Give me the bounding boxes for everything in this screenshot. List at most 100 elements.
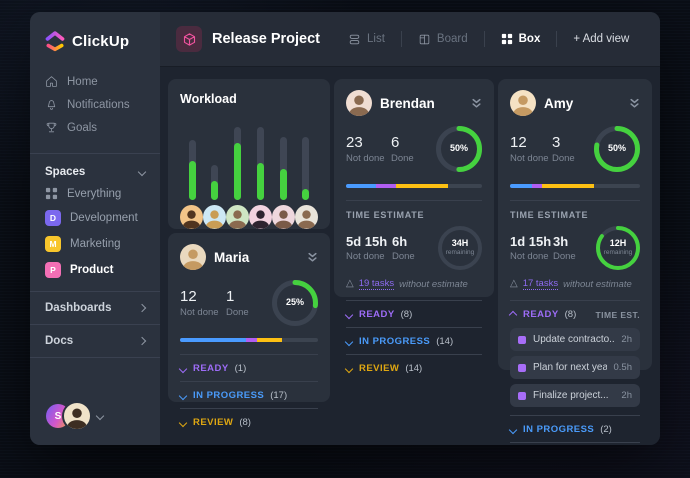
sidebar-item-goals[interactable]: Goals	[30, 116, 160, 139]
workload-card: Workload	[168, 79, 330, 229]
avatar[interactable]	[249, 205, 272, 229]
docs-section: Docs	[30, 324, 160, 357]
section-ready[interactable]: READY (8) TIME EST.	[510, 300, 640, 323]
warning-row: △ 19 tasks without estimate	[346, 278, 482, 290]
tab-label: Box	[519, 33, 541, 45]
tab-box[interactable]: Box	[495, 29, 547, 49]
dashboards-label: Dashboards	[45, 302, 111, 314]
workload-bar[interactable]	[273, 120, 293, 200]
avatar[interactable]	[510, 90, 536, 116]
app-window: ClickUp Home Notifications Goals S	[30, 12, 660, 445]
collapse-icon[interactable]	[471, 98, 482, 109]
member-name: Amy	[544, 96, 621, 111]
sidebar: ClickUp Home Notifications Goals S	[30, 12, 160, 445]
sidebar-item-marketing[interactable]: M Marketing	[30, 231, 160, 257]
avatar[interactable]	[203, 205, 226, 229]
brendan-card: Brendan 23Not done 6Done 50%	[334, 79, 494, 297]
time-done: 3h	[553, 234, 596, 249]
done-count: 3	[552, 134, 594, 151]
sidebar-item-home[interactable]: Home	[30, 70, 160, 93]
warning-row: △ 17 tasks without estimate	[510, 278, 640, 290]
tab-list[interactable]: List	[342, 29, 391, 50]
warning-icon: △	[510, 279, 518, 289]
chevron-down-icon	[345, 364, 353, 372]
divider	[401, 31, 402, 47]
space-label: Marketing	[70, 238, 121, 250]
task-list: Update contracto... 2h Plan for next yea…	[510, 328, 640, 407]
sidebar-item-docs[interactable]: Docs	[30, 333, 160, 357]
workload-bar[interactable]	[250, 120, 270, 200]
sidebar-item-development[interactable]: D Development	[30, 205, 160, 231]
avatar[interactable]	[346, 90, 372, 116]
time-estimate-row: 5d 15hNot done 6hDone 34Hremaining	[346, 226, 482, 270]
tasks-without-estimate-link[interactable]: 17 tasks	[523, 278, 558, 290]
warning-icon: △	[346, 279, 354, 289]
progress-donut: 25%	[272, 280, 318, 326]
avatar[interactable]	[226, 205, 249, 229]
section-in-progress[interactable]: IN PROGRESS (17)	[180, 381, 318, 408]
space-badge-development: D	[45, 210, 61, 226]
user-avatar[interactable]	[62, 401, 92, 431]
workload-bar[interactable]	[182, 120, 202, 200]
box-icon	[501, 33, 513, 45]
section-review[interactable]: REVIEW (14)	[346, 354, 482, 381]
page-title: Release Project	[212, 31, 320, 47]
stats-row: 23Not done 6Done 50%	[346, 126, 482, 172]
time-estimate-label: TIME ESTIMATE	[346, 210, 482, 220]
clickup-logo-icon	[45, 30, 65, 52]
not-done-label: Not done	[346, 153, 391, 164]
status-progress-bar	[510, 184, 640, 188]
avatar[interactable]	[180, 205, 203, 229]
home-icon	[45, 75, 58, 88]
section-review[interactable]: REVIEW (3)	[510, 442, 640, 445]
section-in-progress[interactable]: IN PROGRESS (2)	[510, 415, 640, 442]
not-done-label: Not done	[180, 307, 226, 318]
dashboards-section: Dashboards	[30, 291, 160, 324]
task-row[interactable]: Finalize project... 2h	[510, 384, 640, 407]
time-estimate-block: TIME ESTIMATE 1d 15hNot done 3hDone 12Hr…	[510, 200, 640, 290]
sidebar-item-notifications[interactable]: Notifications	[30, 93, 160, 116]
section-in-progress[interactable]: IN PROGRESS (14)	[346, 327, 482, 354]
main-area: Release Project List Board Box + Add vie…	[160, 12, 660, 445]
chevron-down-icon	[509, 425, 517, 433]
avatar[interactable]	[272, 205, 295, 229]
time-estimate-label: TIME ESTIMATE	[510, 210, 640, 220]
stats-row: 12Not done 1Done 25%	[180, 280, 318, 326]
section-ready[interactable]: READY (8)	[346, 300, 482, 327]
card-header: Brendan	[346, 90, 482, 116]
project-icon	[176, 26, 202, 52]
chevron-right-icon	[138, 304, 146, 312]
not-done-count: 12	[180, 288, 226, 305]
avatar[interactable]	[180, 244, 206, 270]
add-view-button[interactable]: + Add view	[567, 29, 635, 49]
trophy-icon	[45, 121, 58, 134]
collapse-icon[interactable]	[307, 252, 318, 263]
tab-board[interactable]: Board	[412, 29, 474, 50]
tasks-without-estimate-link[interactable]: 19 tasks	[359, 278, 394, 290]
spaces-header[interactable]: Spaces	[30, 162, 160, 182]
sidebar-item-dashboards[interactable]: Dashboards	[30, 300, 160, 324]
tab-label: List	[367, 33, 385, 45]
workload-bar[interactable]	[228, 120, 248, 200]
section-review[interactable]: REVIEW (8)	[180, 408, 318, 435]
task-row[interactable]: Update contracto... 2h	[510, 328, 640, 351]
task-row[interactable]: Plan for next year 0.5h	[510, 356, 640, 379]
clickup-logo[interactable]: ClickUp	[30, 12, 160, 68]
chevron-down-icon	[345, 310, 353, 318]
member-name: Brendan	[380, 96, 463, 111]
collapse-icon[interactable]	[629, 98, 640, 109]
status-progress-bar	[180, 338, 318, 342]
time-estimate-block: TIME ESTIMATE 5d 15hNot done 6hDone 34Hr…	[346, 200, 482, 290]
chevron-down-icon	[345, 337, 353, 345]
user-menu[interactable]: S	[46, 401, 103, 431]
section-ready[interactable]: READY (1)	[180, 354, 318, 381]
sidebar-item-product[interactable]: P Product	[30, 257, 160, 283]
workload-bar[interactable]	[296, 120, 316, 200]
chevron-up-icon	[509, 310, 517, 318]
avatar[interactable]	[295, 205, 318, 229]
sidebar-item-everything[interactable]: Everything	[30, 182, 160, 205]
sidebar-nav: Home Notifications Goals	[30, 68, 160, 145]
task-status-icon	[518, 364, 526, 372]
workload-bar[interactable]	[205, 120, 225, 200]
workload-title: Workload	[180, 90, 318, 106]
